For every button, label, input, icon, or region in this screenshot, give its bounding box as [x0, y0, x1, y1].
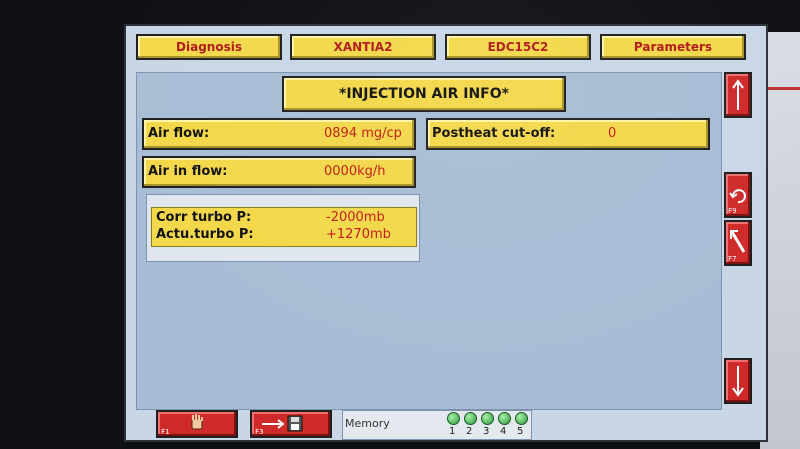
diagnostic-window: Diagnosis XANTIA2 EDC15C2 Parameters *IN…	[126, 26, 766, 440]
memory-slot-led-icon[interactable]	[464, 412, 477, 425]
turbo-pressure-group: Corr turbo P: -2000mb Actu.turbo P: +127…	[146, 194, 420, 262]
turbo-pressure-box: Corr turbo P: -2000mb Actu.turbo P: +127…	[151, 207, 417, 247]
refresh-button[interactable]: F9	[724, 172, 752, 218]
corr-turbo-label: Corr turbo P:	[156, 210, 252, 225]
corr-turbo-value: -2000mb	[326, 210, 385, 225]
refresh-key-label: F9	[728, 207, 737, 215]
arrow-up-icon	[732, 79, 744, 110]
memory-slot-led-icon[interactable]	[447, 412, 460, 425]
air-in-flow-value: 0000kg/h	[324, 164, 386, 179]
air-in-flow-label: Air in flow:	[148, 164, 228, 179]
memory-slot-number: 4	[500, 426, 507, 437]
actu-turbo-value: +1270mb	[326, 227, 391, 242]
tab-vehicle-xantia2[interactable]: XANTIA2	[290, 34, 436, 60]
arrow-down-icon	[732, 366, 744, 397]
scroll-up-button[interactable]	[724, 72, 752, 118]
save-key-label: F3	[255, 428, 264, 436]
exit-key-label: F7	[728, 255, 737, 263]
postheat-field: Postheat cut-off: 0	[426, 118, 710, 150]
memory-slot-led-icon[interactable]	[515, 412, 528, 425]
scroll-down-button[interactable]	[724, 358, 752, 404]
air-flow-field: Air flow: 0894 mg/cp	[142, 118, 416, 150]
hand-icon	[191, 414, 203, 430]
stop-key-label: F1	[161, 428, 170, 436]
air-in-flow-field: Air in flow: 0000kg/h	[142, 156, 416, 188]
memory-slot-led-icon[interactable]	[481, 412, 494, 425]
memory-slot-number: 1	[449, 426, 456, 437]
save-to-disk-icon	[262, 415, 303, 432]
air-flow-label: Air flow:	[148, 126, 210, 141]
memory-label: Memory	[345, 417, 390, 430]
tab-diagnosis[interactable]: Diagnosis	[136, 34, 282, 60]
memory-slot-led-icon[interactable]	[498, 412, 511, 425]
stop-button[interactable]: F1	[156, 410, 238, 438]
page-title: *INJECTION AIR INFO*	[282, 76, 566, 112]
postheat-label: Postheat cut-off:	[432, 126, 556, 141]
memory-panel: Memory 1 2 3 4 5	[342, 410, 532, 440]
adjacent-window	[760, 32, 800, 449]
tab-ecu-edc15c2[interactable]: EDC15C2	[445, 34, 591, 60]
tab-parameters[interactable]: Parameters	[600, 34, 746, 60]
memory-slot-number: 2	[466, 426, 473, 437]
memory-slot-number: 3	[483, 426, 490, 437]
window-accent-line	[760, 87, 800, 90]
save-button[interactable]: F3	[250, 410, 332, 438]
exit-button[interactable]: F7	[724, 220, 752, 266]
actu-turbo-label: Actu.turbo P:	[156, 227, 254, 242]
air-flow-value: 0894 mg/cp	[324, 126, 402, 141]
postheat-value: 0	[608, 126, 617, 141]
memory-slot-number: 5	[517, 426, 524, 437]
